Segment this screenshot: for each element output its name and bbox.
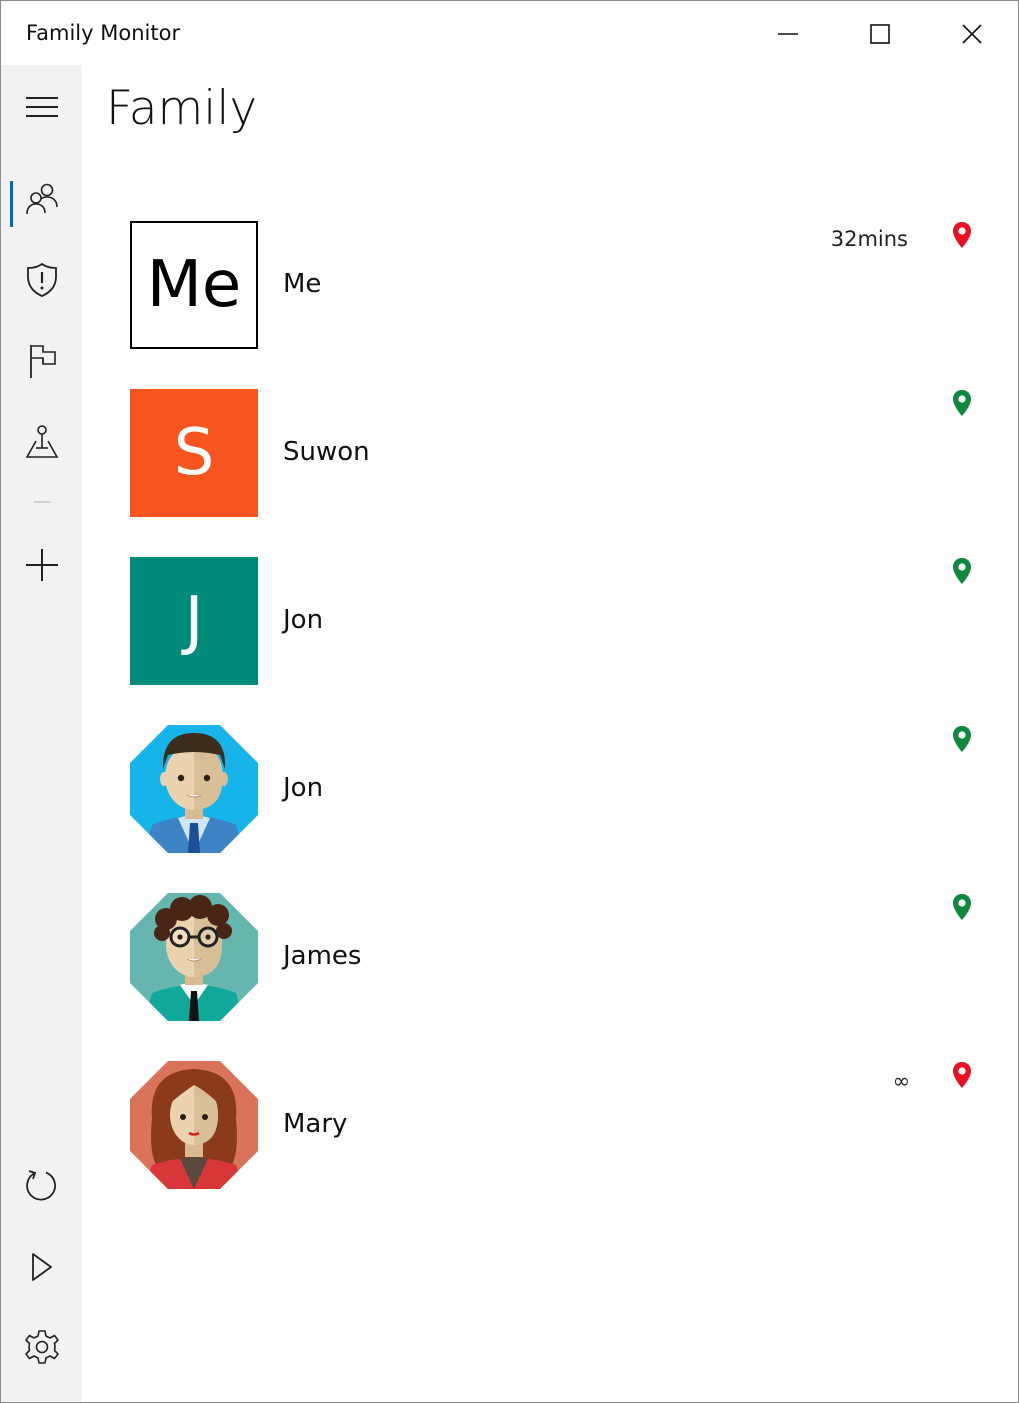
woman-red-hair-avatar-icon	[130, 1061, 258, 1189]
minimize-icon	[778, 33, 798, 35]
app-title: Family Monitor	[26, 21, 181, 45]
member-row-mary[interactable]: Mary ∞	[106, 1061, 996, 1211]
location-pin-button[interactable]	[951, 557, 973, 585]
nav-active-indicator	[10, 181, 13, 227]
title-bar: Family Monitor	[1, 1, 1018, 67]
location-pin-icon	[953, 558, 971, 584]
nav-item-flags[interactable]	[1, 329, 82, 393]
maximize-icon	[870, 24, 890, 44]
close-icon	[962, 24, 982, 44]
avatar-initials: Me	[146, 248, 242, 322]
avatar	[130, 725, 258, 853]
play-icon	[31, 1253, 52, 1281]
member-row-jon[interactable]: J Jon	[106, 557, 996, 707]
maximize-button[interactable]	[834, 1, 926, 67]
location-pin-icon	[953, 390, 971, 416]
avatar-initials: J	[184, 584, 204, 658]
close-button[interactable]	[926, 1, 1018, 67]
man-glasses-teal-avatar-icon	[130, 893, 258, 1021]
refresh-icon	[25, 1170, 56, 1201]
member-name: Jon	[283, 773, 324, 803]
settings-button[interactable]	[1, 1315, 82, 1379]
settings-gear-icon	[24, 1330, 59, 1364]
man-blue-suit-avatar-icon	[130, 725, 258, 853]
member-name: Mary	[283, 1109, 348, 1139]
member-row-suwon[interactable]: S Suwon	[106, 389, 996, 539]
map-pin-area-icon	[25, 425, 58, 458]
minimize-button[interactable]	[742, 1, 834, 67]
location-pin-button[interactable]	[951, 725, 973, 753]
location-pin-button[interactable]	[951, 893, 973, 921]
add-member-button[interactable]	[1, 533, 82, 597]
app-window: Family Monitor Family Me Me 32mins S Suw…	[0, 0, 1019, 1403]
location-pin-icon	[953, 222, 971, 248]
play-button[interactable]	[1, 1235, 82, 1299]
member-name: Jon	[283, 605, 324, 635]
add-icon	[25, 549, 58, 581]
nav-item-family[interactable]	[1, 167, 82, 231]
avatar: Me	[130, 221, 258, 349]
member-name: James	[283, 941, 362, 971]
member-status: ∞	[892, 1069, 911, 1093]
nav-item-places[interactable]	[1, 410, 82, 474]
location-pin-button[interactable]	[951, 221, 973, 249]
location-pin-icon	[953, 894, 971, 920]
nav-separator	[34, 501, 51, 503]
shield-alert-icon	[26, 262, 57, 297]
avatar: S	[130, 389, 258, 517]
member-name: Me	[283, 269, 322, 299]
location-pin-icon	[953, 726, 971, 752]
member-name: Suwon	[283, 437, 370, 467]
family-people-icon	[25, 183, 58, 215]
refresh-button[interactable]	[1, 1154, 82, 1218]
location-pin-icon	[953, 1062, 971, 1088]
avatar	[130, 893, 258, 1021]
nav-item-safety[interactable]	[1, 248, 82, 312]
location-pin-button[interactable]	[951, 1061, 973, 1089]
navigation-rail	[1, 65, 82, 1402]
hamburger-menu-button[interactable]	[1, 75, 82, 139]
member-row-jon-2[interactable]: Jon	[106, 725, 996, 875]
page-title: Family	[106, 81, 258, 136]
member-row-james[interactable]: James	[106, 893, 996, 1043]
member-row-me[interactable]: Me Me 32mins	[106, 221, 996, 371]
member-status: 32mins	[830, 227, 908, 251]
flag-icon	[29, 345, 56, 378]
avatar: J	[130, 557, 258, 685]
avatar-initials: S	[173, 416, 215, 490]
location-pin-button[interactable]	[951, 389, 973, 417]
avatar	[130, 1061, 258, 1189]
hamburger-menu-icon	[25, 97, 58, 117]
